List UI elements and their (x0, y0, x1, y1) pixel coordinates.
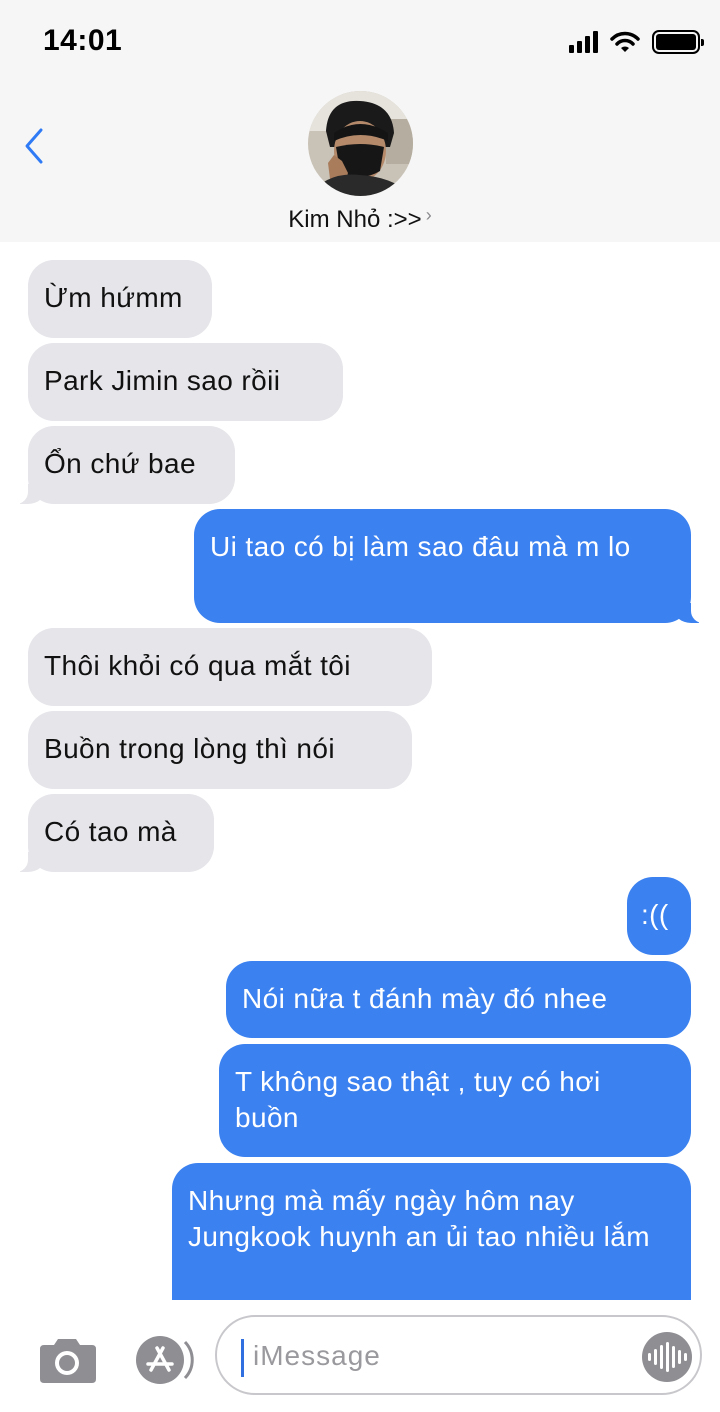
message-bubble-outgoing[interactable]: Nói nữa t đánh mày đó nhee (226, 961, 691, 1038)
wifi-icon (610, 31, 640, 52)
app-store-icon (136, 1336, 194, 1384)
camera-icon (40, 1339, 96, 1383)
battery-icon (652, 30, 704, 54)
message-composer (0, 1300, 720, 1412)
message-bubble-incoming[interactable]: Thôi khỏi có qua mắt tôi (28, 628, 432, 706)
contact-name: Kim Nhỏ :>> (288, 206, 422, 233)
cellular-signal-icon (569, 31, 598, 53)
message-text: Ổn chứ bae (44, 448, 196, 479)
text-caret (241, 1339, 244, 1377)
camera-button[interactable] (36, 1337, 98, 1385)
navigation-header: 14:01 Kim Nhỏ :>> › (0, 0, 720, 242)
message-bubble-outgoing[interactable]: Ui tao có bị làm sao đâu mà m lo (194, 509, 713, 623)
app-store-button[interactable] (130, 1334, 200, 1386)
message-bubble-outgoing[interactable]: :(( (627, 877, 691, 955)
message-bubble-incoming[interactable]: Có tao mà (6, 794, 214, 872)
contact-avatar[interactable] (308, 91, 413, 196)
audio-waveform-icon (647, 1342, 687, 1372)
message-bubble-outgoing[interactable]: Nhưng mà mấy ngày hôm nay Jungkook huynh… (172, 1163, 691, 1300)
message-bubble-outgoing[interactable]: T không sao thật , tuy có hơi buồn (219, 1044, 691, 1157)
status-time: 14:01 (43, 24, 123, 57)
status-icons (569, 30, 704, 54)
message-text: Buồn trong lòng thì nói (44, 733, 335, 764)
message-bubble-incoming[interactable]: Ừm hứmm (28, 260, 212, 338)
message-text: Nhưng mà mấy ngày hôm nay Jungkook huynh… (188, 1185, 650, 1252)
contact-name-button[interactable]: Kim Nhỏ :>> › (0, 205, 720, 234)
message-text: T không sao thật , tuy có hơi buồn (235, 1066, 601, 1133)
message-text: Ui tao có bị làm sao đâu mà m lo (210, 531, 631, 562)
message-bubble-incoming[interactable]: Park Jimin sao rồii (28, 343, 343, 421)
message-text: Ừm hứmm (44, 282, 183, 313)
message-text: Nói nữa t đánh mày đó nhee (242, 983, 608, 1014)
chevron-right-icon: › (425, 205, 432, 225)
message-bubble-incoming[interactable]: Buồn trong lòng thì nói (28, 711, 412, 789)
message-bubble-incoming[interactable]: Ổn chứ bae (6, 426, 235, 504)
chevron-left-icon (25, 128, 43, 164)
back-button[interactable] (20, 124, 50, 168)
message-text: :(( (641, 899, 669, 930)
message-input-container[interactable] (215, 1315, 702, 1395)
message-text: Thôi khỏi có qua mắt tôi (44, 650, 351, 681)
message-text: Park Jimin sao rồii (44, 365, 281, 396)
message-text: Có tao mà (44, 816, 177, 847)
audio-message-button[interactable] (642, 1332, 692, 1382)
message-input[interactable] (253, 1335, 633, 1377)
